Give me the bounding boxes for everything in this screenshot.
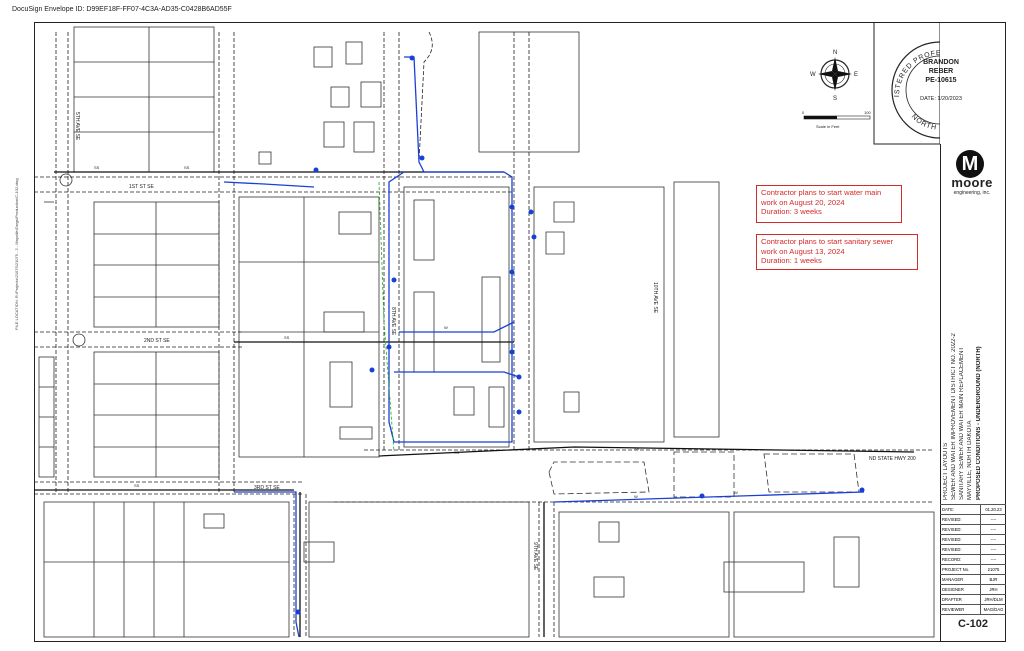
sewer-code-label: SS <box>134 483 140 488</box>
table-row: DESIGNER JRH <box>940 584 1006 594</box>
street-label-8th: 8TH AVE SE <box>390 307 396 336</box>
sewer-note-line1: Contractor plans to start sanitary sewer <box>761 237 894 246</box>
compass-w: W <box>810 72 816 78</box>
street-label-5th: 5TH AVE SE <box>74 112 80 141</box>
moore-logo-icon: M <box>956 150 984 178</box>
sewer-code-label: SS <box>284 335 290 340</box>
street-label-3rd: 3RD ST SE <box>254 485 280 491</box>
table-row: PROJECT No. 21075 <box>940 564 1006 574</box>
street-label-10th: 10TH AVE SE <box>652 282 658 314</box>
compass-n: N <box>833 50 837 56</box>
water-note-line2: work on August 20, 2024 <box>761 197 845 207</box>
street-label-1st: 1ST ST SE <box>129 184 154 190</box>
docusign-envelope-id: DocuSign Envelope ID: D99EF18F-FF07-4C3A… <box>12 6 232 13</box>
scale-label: Scale in Feet <box>816 124 840 129</box>
revision-table: DATE: 01.20.23 REVISED: ---- REVISED: ---- … <box>940 504 1006 615</box>
table-row: REVISED: ---- <box>940 534 1006 544</box>
scale-max: 100 <box>864 110 871 115</box>
engineer-seal-icon: REGISTERED PROFESSIONAL ENGINEER NORTH D… <box>891 41 940 139</box>
company-name: moore <box>951 175 993 190</box>
water-note-line3: Duration: 3 weeks <box>761 207 822 216</box>
engineer-license: PE-10615 <box>925 77 957 84</box>
scale-zero: 0 <box>802 110 805 115</box>
water-main-note: Contractor plans to start water main wor… <box>756 185 902 223</box>
street-label-9th: 9TH AVE SE <box>532 542 538 571</box>
sewer-note-line3: Duration: 1 weeks <box>761 256 822 265</box>
sewer-code-label: SS <box>634 446 640 451</box>
table-row: DATE: 01.20.23 <box>940 504 1006 514</box>
engineer-name: BRANDON REBER PE-10615 <box>906 58 976 85</box>
sanitary-sewer-note: Contractor plans to start sanitary sewer… <box>756 234 918 270</box>
water-code-label: W <box>734 490 738 495</box>
table-row: DRAFTER JRH/DLM <box>940 594 1006 604</box>
water-code-label: W <box>634 494 638 499</box>
water-code-label: W <box>444 325 448 330</box>
street-label-2nd: 2ND ST SE <box>144 338 170 344</box>
sewer-code-label: SS <box>94 165 100 170</box>
street-label-hwy: ND STATE HWY 200 <box>869 456 916 462</box>
table-row: RECORD: ---- <box>940 554 1006 564</box>
title-line-5: PROPOSED CONDITIONS - UNDERGROUND (NORTH… <box>976 346 982 500</box>
title-line-1: PROJECT LAYOUTS <box>943 442 949 500</box>
title-line-4: MAYVILLE, NORTH DAKOTA <box>967 420 973 500</box>
table-row: MANAGER BJR <box>940 574 1006 584</box>
sheet-number: C-102 <box>958 618 988 630</box>
sewer-code-label: SS <box>454 450 460 455</box>
water-note-line1: Contractor plans to start water main <box>761 188 882 197</box>
engineer-first-name: BRANDON <box>923 59 959 66</box>
north-arrow-icon: N S E W <box>810 50 858 102</box>
seal-date: DATE: 1/20/2023 <box>920 96 962 102</box>
sewer-code-label: SS <box>184 165 190 170</box>
file-location-label: FILE LOCATION: R:\Projects\21075\21075 -… <box>14 178 19 330</box>
compass-s: S <box>833 96 837 102</box>
title-line-2: SEWER AND WATER IMPROVEMENT DISTRICT NO.… <box>951 333 957 500</box>
compass-e: E <box>854 72 858 78</box>
engineer-last-name: REBER <box>928 68 954 75</box>
table-row: REVISED: ---- <box>940 514 1006 524</box>
company-subtitle: engineering, inc. <box>953 190 991 196</box>
site-plan-drawing: 1ST ST SE 2ND ST SE 3RD ST SE ND STATE H… <box>34 22 940 638</box>
table-row: REVIEWER MAG/DAG <box>940 604 1006 615</box>
sewer-note-line2: work on August 13, 2024 <box>761 246 845 256</box>
scale-bar: 0 100 <box>802 110 871 120</box>
table-row: REVISED: ---- <box>940 524 1006 534</box>
table-row: REVISED: ---- <box>940 544 1006 554</box>
title-line-3: SANITARY SEWER AND WATER MAIN REPLACEMEN… <box>959 346 965 500</box>
